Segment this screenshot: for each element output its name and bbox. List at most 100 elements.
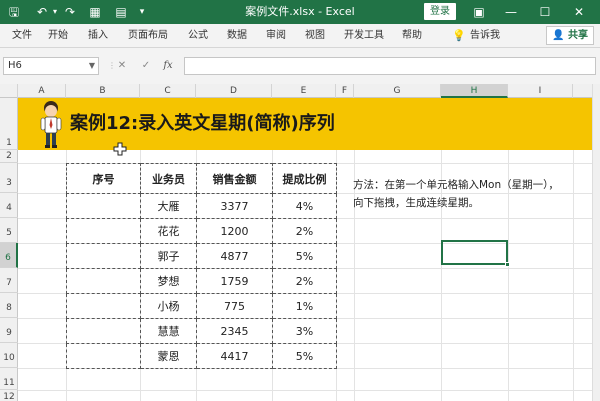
column-header-e[interactable]: E xyxy=(272,84,336,98)
cell-sales-amount[interactable]: 775 xyxy=(196,293,273,319)
name-box-value: H6 xyxy=(8,60,22,71)
enter-icon[interactable]: ✓ xyxy=(138,57,154,75)
cell-salesperson[interactable]: 花花 xyxy=(140,218,197,244)
table-row: 梦想 1759 2% xyxy=(66,268,337,294)
cell-sales-amount[interactable]: 1759 xyxy=(196,268,273,294)
share-label: 共享 xyxy=(567,30,588,41)
header-sales-amount[interactable]: 销售金额 xyxy=(196,163,273,194)
cell-salesperson[interactable]: 蒙恩 xyxy=(140,343,197,369)
column-header-b[interactable]: B xyxy=(66,84,140,98)
row-header-2[interactable]: 2 xyxy=(0,150,18,163)
cell-sales-amount[interactable]: 1200 xyxy=(196,218,273,244)
column-header-g[interactable]: G xyxy=(354,84,441,98)
header-commission-rate[interactable]: 提成比例 xyxy=(272,163,337,194)
cell-salesperson[interactable]: 梦想 xyxy=(140,268,197,294)
ribbon-display-icon[interactable]: ▣ xyxy=(470,3,488,21)
tab-data[interactable]: 数据 xyxy=(227,28,247,44)
row-header-9[interactable]: 9 xyxy=(0,318,18,343)
header-index[interactable]: 序号 xyxy=(66,163,141,194)
column-header-next[interactable] xyxy=(573,84,592,98)
cell-salesperson[interactable]: 大雁 xyxy=(140,193,197,219)
column-header-i[interactable]: I xyxy=(508,84,573,98)
row-header-11[interactable]: 11 xyxy=(0,368,18,390)
banner-title: 案例12:录入英文星期(简称)序列 xyxy=(70,113,335,134)
table-header-row: 序号 业务员 销售金额 提成比例 xyxy=(66,163,337,194)
row-header-10[interactable]: 10 xyxy=(0,343,18,368)
login-button[interactable]: 登录 xyxy=(424,3,456,20)
table-row: 郭子 4877 5% xyxy=(66,243,337,269)
formula-bar: H6 ▼ ⋮ ✕ ✓ fx xyxy=(0,48,600,84)
fill-handle[interactable] xyxy=(505,262,510,267)
cell-commission-rate[interactable]: 2% xyxy=(272,218,337,244)
tab-developer[interactable]: 开发工具 xyxy=(344,28,384,44)
cell-commission-rate[interactable]: 2% xyxy=(272,268,337,294)
cell-sales-amount[interactable]: 4417 xyxy=(196,343,273,369)
maximize-icon[interactable]: ☐ xyxy=(536,3,554,21)
cell-index[interactable] xyxy=(66,268,141,294)
cell-commission-rate[interactable]: 5% xyxy=(272,343,337,369)
table-row: 蒙恩 4417 5% xyxy=(66,343,337,369)
tell-me-search[interactable]: 告诉我 xyxy=(470,28,500,44)
tab-page-layout[interactable]: 页面布局 xyxy=(128,28,168,44)
tab-formulas[interactable]: 公式 xyxy=(188,28,208,44)
header-salesperson[interactable]: 业务员 xyxy=(140,163,197,194)
selected-cell-h6[interactable] xyxy=(441,240,508,265)
column-header-c[interactable]: C xyxy=(140,84,196,98)
tab-view[interactable]: 视图 xyxy=(305,28,325,44)
tab-file[interactable]: 文件 xyxy=(12,28,32,44)
close-icon[interactable]: ✕ xyxy=(570,3,588,21)
cell-sales-amount[interactable]: 3377 xyxy=(196,193,273,219)
formula-input[interactable] xyxy=(184,57,596,75)
share-button[interactable]: 👤 共享 xyxy=(546,26,594,45)
cell-select-cursor-icon xyxy=(113,142,127,156)
select-all-corner[interactable] xyxy=(0,84,18,98)
cell-index[interactable] xyxy=(66,218,141,244)
cell-sales-amount[interactable]: 4877 xyxy=(196,243,273,269)
table-row: 小杨 775 1% xyxy=(66,293,337,319)
column-header-h[interactable]: H xyxy=(441,84,508,98)
row-header-3[interactable]: 3 xyxy=(0,163,18,193)
column-header-f[interactable]: F xyxy=(336,84,354,98)
row-header-8[interactable]: 8 xyxy=(0,293,18,318)
cell-index[interactable] xyxy=(66,293,141,319)
tab-help[interactable]: 帮助 xyxy=(402,28,422,44)
cell-sales-amount[interactable]: 2345 xyxy=(196,318,273,344)
column-header-a[interactable]: A xyxy=(18,84,66,98)
insert-function-icon[interactable]: fx xyxy=(160,57,176,75)
minimize-icon[interactable]: — xyxy=(502,3,520,21)
sales-table: 序号 业务员 销售金额 提成比例 大雁 3377 4% 花花 1200 2% 郭… xyxy=(66,163,337,369)
row-header-1[interactable]: 1 xyxy=(0,98,18,150)
row-header-7[interactable]: 7 xyxy=(0,268,18,293)
row-header-12[interactable]: 12 xyxy=(0,390,18,401)
tab-insert[interactable]: 插入 xyxy=(88,28,108,44)
cell-commission-rate[interactable]: 4% xyxy=(272,193,337,219)
cell-salesperson[interactable]: 小杨 xyxy=(140,293,197,319)
cell-commission-rate[interactable]: 1% xyxy=(272,293,337,319)
vertical-scrollbar[interactable] xyxy=(592,84,600,401)
cell-index[interactable] xyxy=(66,318,141,344)
businessman-mascot-icon xyxy=(40,101,62,148)
row-headers: 1 2 3 4 5 6 7 8 9 10 11 12 xyxy=(0,98,18,401)
row-header-5[interactable]: 5 xyxy=(0,218,18,243)
cell-commission-rate[interactable]: 5% xyxy=(272,243,337,269)
lightbulb-icon: 💡 xyxy=(452,29,466,42)
table-row: 大雁 3377 4% xyxy=(66,193,337,219)
table-row: 花花 1200 2% xyxy=(66,218,337,244)
ribbon-tabs: 文件 开始 插入 页面布局 公式 数据 审阅 视图 开发工具 帮助 💡 告诉我 … xyxy=(0,24,600,48)
cell-salesperson[interactable]: 慧慧 xyxy=(140,318,197,344)
name-box[interactable]: H6 ▼ xyxy=(3,57,99,75)
cell-index[interactable] xyxy=(66,343,141,369)
cell-index[interactable] xyxy=(66,243,141,269)
tab-home[interactable]: 开始 xyxy=(48,28,68,44)
table-row: 慧慧 2345 3% xyxy=(66,318,337,344)
cell-salesperson[interactable]: 郭子 xyxy=(140,243,197,269)
row-header-6[interactable]: 6 xyxy=(0,243,18,268)
row-header-4[interactable]: 4 xyxy=(0,193,18,218)
cell-commission-rate[interactable]: 3% xyxy=(272,318,337,344)
cancel-icon[interactable]: ✕ xyxy=(114,57,130,75)
chevron-down-icon[interactable]: ▼ xyxy=(89,58,95,74)
cell-index[interactable] xyxy=(66,193,141,219)
tab-review[interactable]: 审阅 xyxy=(266,28,286,44)
person-add-icon: 👤 xyxy=(552,30,565,41)
column-header-d[interactable]: D xyxy=(196,84,272,98)
